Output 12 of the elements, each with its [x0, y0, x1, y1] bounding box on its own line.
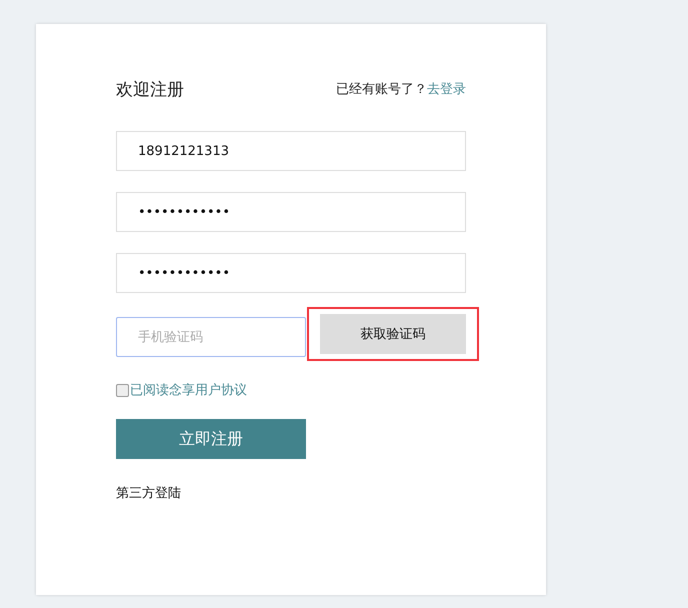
agreement-label[interactable]: 已阅读念享用户协议	[130, 381, 247, 399]
login-prompt: 已经有账号了？	[336, 81, 427, 98]
third-party-login-label: 第三方登陆	[116, 485, 182, 502]
input-field[interactable]: ••••••••••••	[116, 253, 466, 293]
code-field[interactable]: 手机验证码	[116, 317, 306, 357]
input-field[interactable]: 18912121313	[116, 131, 466, 171]
input-field[interactable]: ••••••••••••	[116, 192, 466, 232]
page-title: 欢迎注册	[116, 78, 184, 100]
register-button[interactable]: 立即注册	[116, 419, 306, 459]
agreement-checkbox[interactable]	[116, 384, 129, 396]
get-code-button[interactable]: 获取验证码	[320, 314, 466, 354]
login-link[interactable]: 去登录	[427, 80, 466, 98]
